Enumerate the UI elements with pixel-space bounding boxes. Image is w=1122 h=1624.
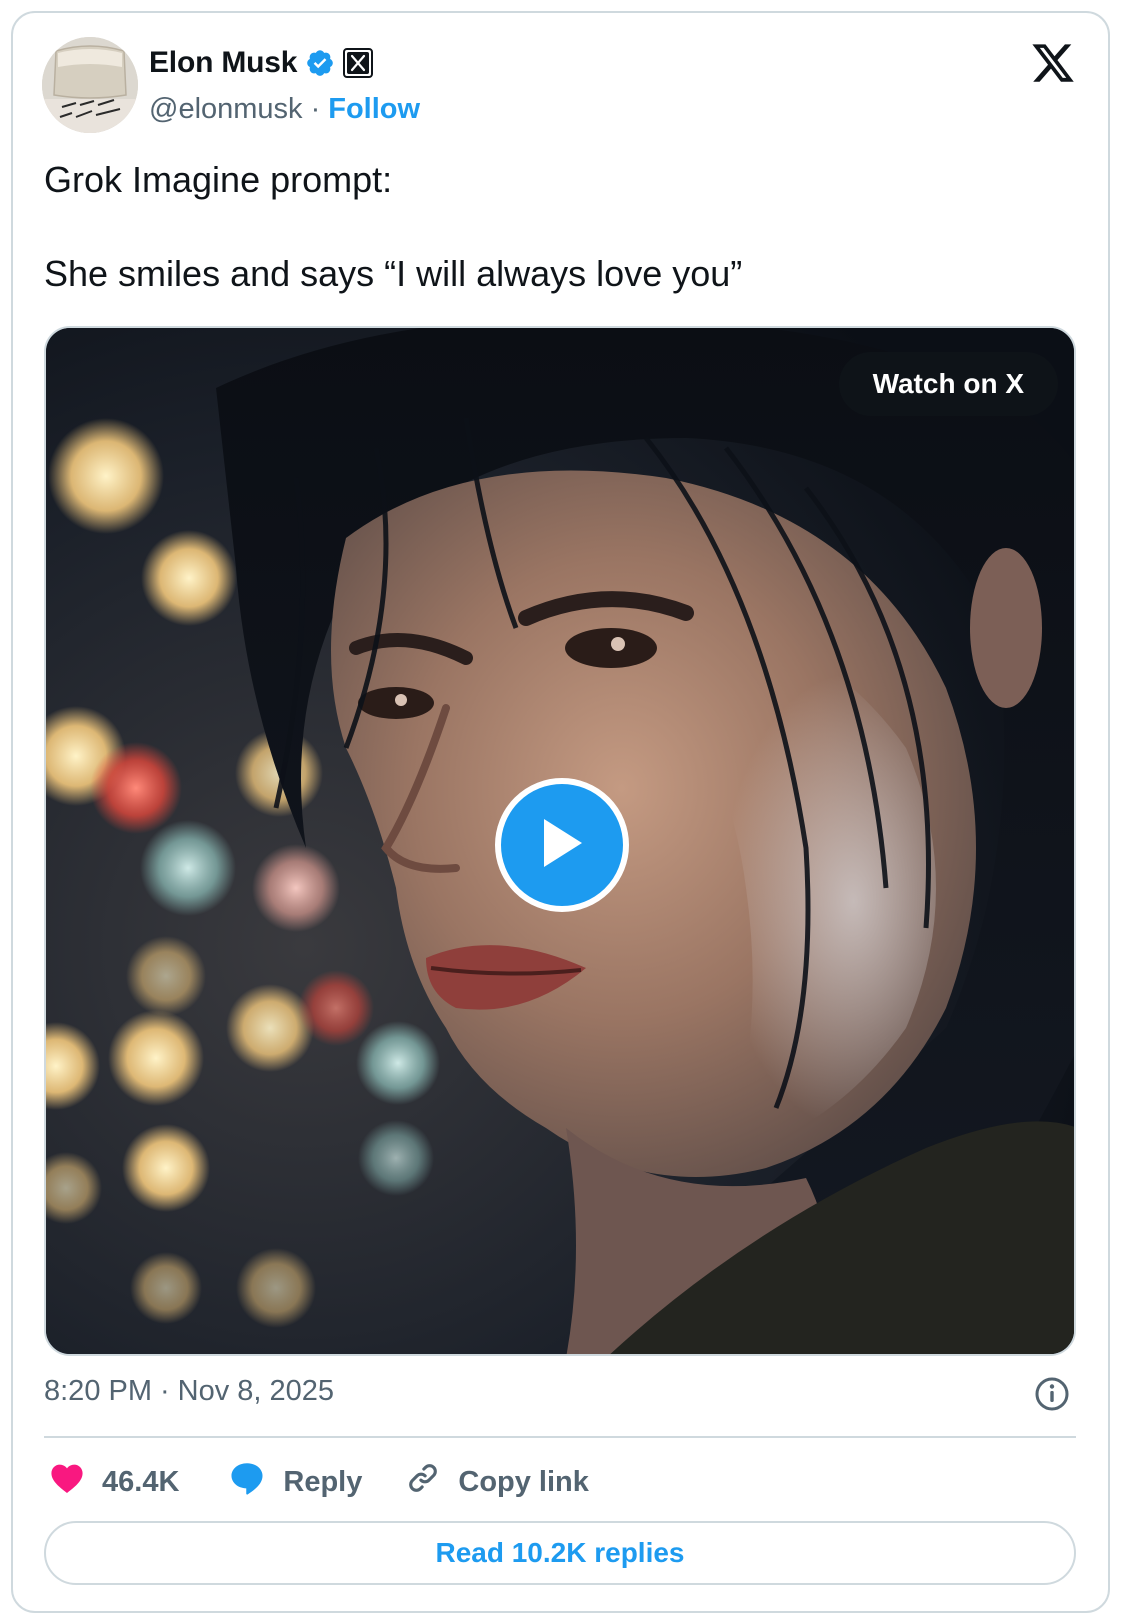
author-name-row: Elon Musk: [149, 43, 374, 83]
info-icon[interactable]: [1034, 1376, 1070, 1412]
play-icon: [538, 816, 586, 875]
like-button[interactable]: 46.4K: [50, 1462, 179, 1502]
author-name[interactable]: Elon Musk: [149, 46, 297, 80]
x-logo-icon[interactable]: [1030, 40, 1076, 86]
handle-row: @elonmusk · Follow: [149, 89, 420, 129]
tweet-time: 8:20 PM: [44, 1375, 152, 1407]
read-replies-button[interactable]: Read 10.2K replies: [44, 1521, 1076, 1585]
copy-link-label: Copy link: [458, 1465, 589, 1498]
tweet-line-2: She smiles and says “I will always love …: [44, 253, 743, 294]
reply-label: Reply: [283, 1465, 363, 1498]
separator-dot: ·: [310, 92, 321, 125]
tweet-text: Grok Imagine prompt: She smiles and says…: [44, 157, 1074, 297]
tweet-line-1: Grok Imagine prompt:: [44, 159, 393, 200]
tweet-date: Nov 8, 2025: [177, 1375, 335, 1407]
heart-icon: [50, 1462, 84, 1502]
reply-bubble-icon: [229, 1461, 265, 1503]
avatar[interactable]: [42, 37, 138, 133]
like-count: 46.4K: [102, 1465, 180, 1498]
timestamp-separator: ·: [160, 1375, 170, 1407]
reply-button[interactable]: Reply: [229, 1461, 362, 1503]
watch-on-x-button[interactable]: Watch on X: [838, 352, 1058, 416]
follow-button[interactable]: Follow: [328, 93, 420, 126]
divider: [44, 1436, 1076, 1438]
copy-link-button[interactable]: Copy link: [406, 1461, 589, 1503]
link-icon: [406, 1461, 440, 1503]
verified-icon: [305, 48, 335, 78]
tweet-timestamp[interactable]: 8:20 PM · Nov 8, 2025: [44, 1375, 334, 1408]
actions-bar: 46.4K Reply Copy link: [44, 1452, 589, 1512]
video-media[interactable]: Watch on X: [44, 326, 1076, 1356]
play-button[interactable]: [495, 778, 629, 912]
x-affiliate-badge-icon: [343, 48, 374, 78]
author-handle[interactable]: @elonmusk: [149, 93, 303, 126]
